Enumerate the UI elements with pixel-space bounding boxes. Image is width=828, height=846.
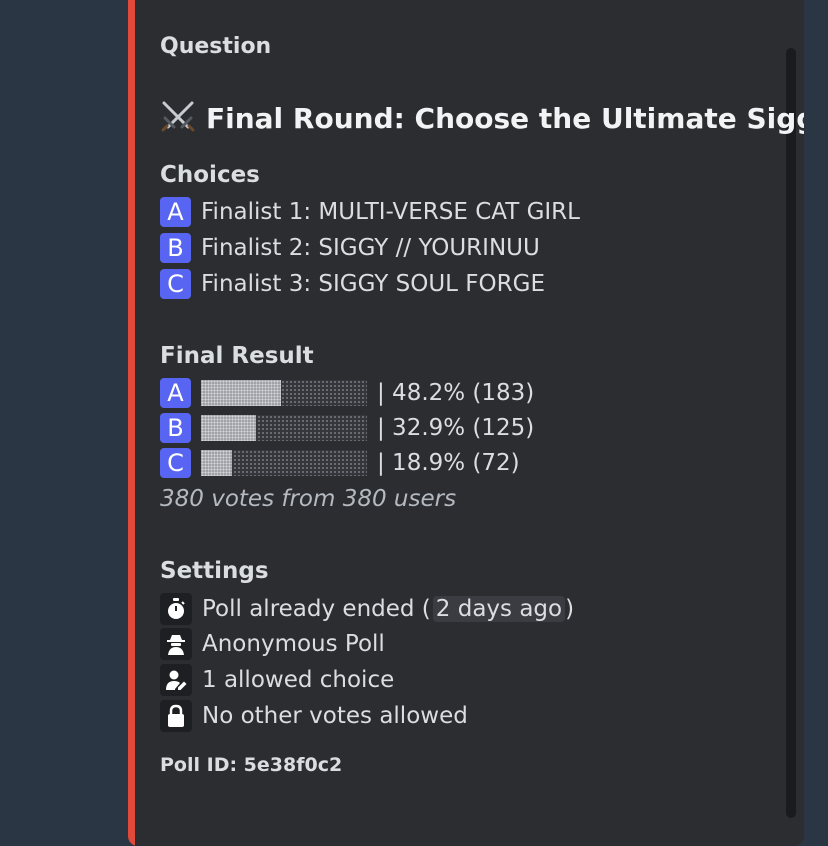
channel-background — [0, 0, 128, 819]
choice-label: Finalist 2: SIGGY // YOURINUU — [201, 235, 540, 261]
setting-ended: Poll already ended (2 days ago) — [160, 593, 574, 625]
scrollbar-thumb[interactable] — [786, 48, 796, 818]
choices-heading: Choices — [160, 162, 260, 188]
setting-allowed: 1 allowed choice — [160, 664, 394, 696]
result-bar-fill-c — [201, 450, 233, 476]
result-row-b: B | 32.9% (125) — [160, 412, 534, 444]
result-percent-c: | 18.9% (72) — [377, 450, 520, 476]
choice-key-c: C — [160, 269, 191, 299]
choice-label: Finalist 1: MULTI-VERSE CAT GIRL — [201, 199, 580, 225]
poll-id: Poll ID: 5e38f0c2 — [160, 754, 343, 776]
choice-item-a: A Finalist 1: MULTI-VERSE CAT GIRL — [160, 196, 580, 228]
lock-icon — [160, 700, 192, 732]
user-edit-icon — [160, 664, 192, 696]
poll-embed: Question Final Round: Choose the Ultimat… — [128, 0, 804, 846]
final-result-heading: Final Result — [160, 343, 314, 369]
question-heading: Question — [160, 34, 272, 59]
result-bar-a — [201, 380, 367, 406]
choice-key-b: B — [160, 233, 191, 263]
setting-no-other: No other votes allowed — [160, 700, 468, 732]
result-percent-a: | 48.2% (183) — [377, 380, 535, 406]
setting-anonymous-label: Anonymous Poll — [202, 631, 385, 657]
crossed-swords-icon — [161, 101, 195, 132]
result-percent-b: | 32.9% (125) — [377, 415, 535, 441]
spy-icon — [160, 628, 192, 660]
result-row-c: C | 18.9% (72) — [160, 447, 520, 479]
choice-key-a: A — [160, 197, 191, 227]
stopwatch-icon — [160, 593, 192, 625]
result-bar-fill-b — [201, 415, 256, 441]
result-row-a: A | 48.2% (183) — [160, 377, 534, 409]
settings-heading: Settings — [160, 558, 269, 584]
relative-timestamp[interactable]: 2 days ago — [432, 596, 566, 622]
result-key-b: B — [160, 413, 191, 443]
poll-title: Final Round: Choose the Ultimate Siggy — [160, 100, 804, 135]
result-bar-b — [201, 415, 367, 441]
result-key-c: C — [160, 448, 191, 478]
result-bar-c — [201, 450, 367, 476]
setting-ended-suffix: ) — [565, 596, 575, 622]
setting-anonymous: Anonymous Poll — [160, 628, 385, 660]
result-bar-fill-a — [201, 380, 281, 406]
choice-label: Finalist 3: SIGGY SOUL FORGE — [201, 271, 545, 297]
votes-summary: 380 votes from 380 users — [160, 486, 457, 512]
choice-item-c: C Finalist 3: SIGGY SOUL FORGE — [160, 268, 545, 300]
setting-no-other-label: No other votes allowed — [202, 703, 468, 729]
embed-accent-bar — [128, 0, 135, 846]
choice-item-b: B Finalist 2: SIGGY // YOURINUU — [160, 232, 540, 264]
result-key-a: A — [160, 378, 191, 408]
setting-allowed-label: 1 allowed choice — [202, 667, 395, 693]
setting-ended-prefix: Poll already ended ( — [202, 596, 431, 622]
poll-title-text: Final Round: Choose the Ultimate Siggy — [206, 102, 804, 135]
